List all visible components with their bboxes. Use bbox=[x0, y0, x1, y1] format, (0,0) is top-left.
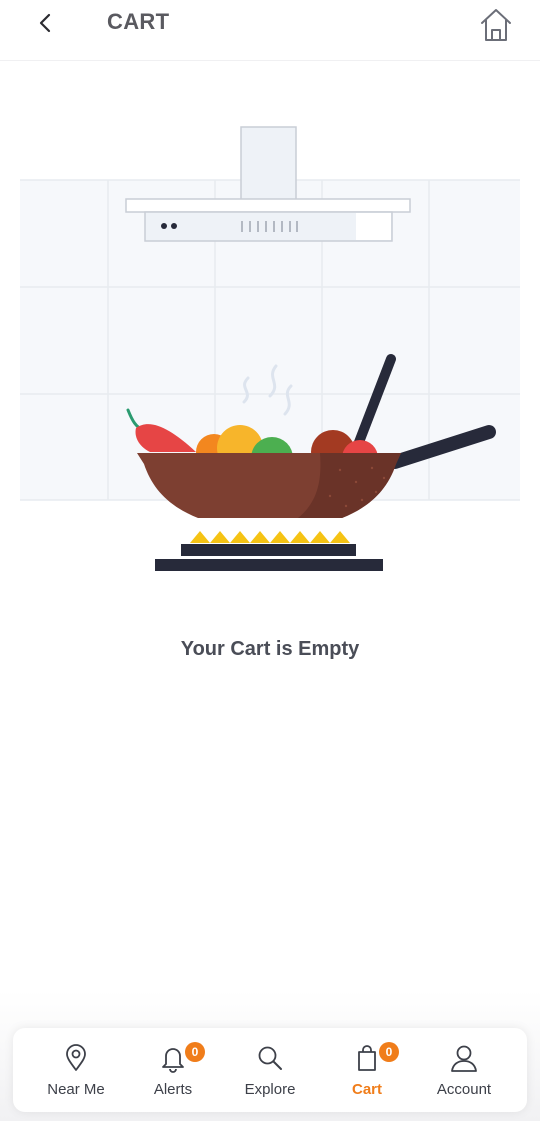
page-title: CART bbox=[107, 9, 170, 34]
nav-account[interactable]: Account bbox=[414, 1028, 514, 1112]
back-button[interactable] bbox=[28, 6, 64, 42]
nav-alerts[interactable]: 0 Alerts bbox=[123, 1028, 223, 1112]
flame bbox=[190, 531, 350, 543]
empty-cart-illustration bbox=[20, 126, 520, 571]
alerts-badge: 0 bbox=[185, 1042, 205, 1062]
home-button[interactable] bbox=[476, 4, 516, 44]
cart-badge: 0 bbox=[379, 1042, 399, 1062]
bell-icon bbox=[162, 1048, 184, 1073]
search-icon bbox=[258, 1046, 282, 1070]
nav-explore[interactable]: Explore bbox=[220, 1028, 320, 1112]
user-icon bbox=[451, 1045, 477, 1072]
nav-alerts-label: Alerts bbox=[153, 1081, 193, 1098]
nav-explore-label: Explore bbox=[244, 1081, 296, 1098]
nav-near-me[interactable]: Near Me bbox=[26, 1028, 126, 1112]
empty-cart-message: Your Cart is Empty bbox=[180, 638, 360, 660]
nav-cart[interactable]: 0 Cart bbox=[317, 1028, 417, 1112]
map-pin-icon bbox=[66, 1044, 86, 1071]
nav-account-label: Account bbox=[436, 1081, 492, 1098]
stove bbox=[155, 544, 383, 571]
app-header: CART bbox=[0, 0, 540, 61]
shopping-bag-icon bbox=[358, 1045, 376, 1071]
chevron-left-icon bbox=[39, 13, 51, 33]
nav-near-me-label: Near Me bbox=[47, 1081, 105, 1098]
bottom-navigation: Near Me 0 Alerts Explore 0 Cart Account bbox=[13, 1028, 527, 1112]
nav-cart-label: Cart bbox=[351, 1081, 382, 1098]
home-icon bbox=[481, 9, 511, 41]
